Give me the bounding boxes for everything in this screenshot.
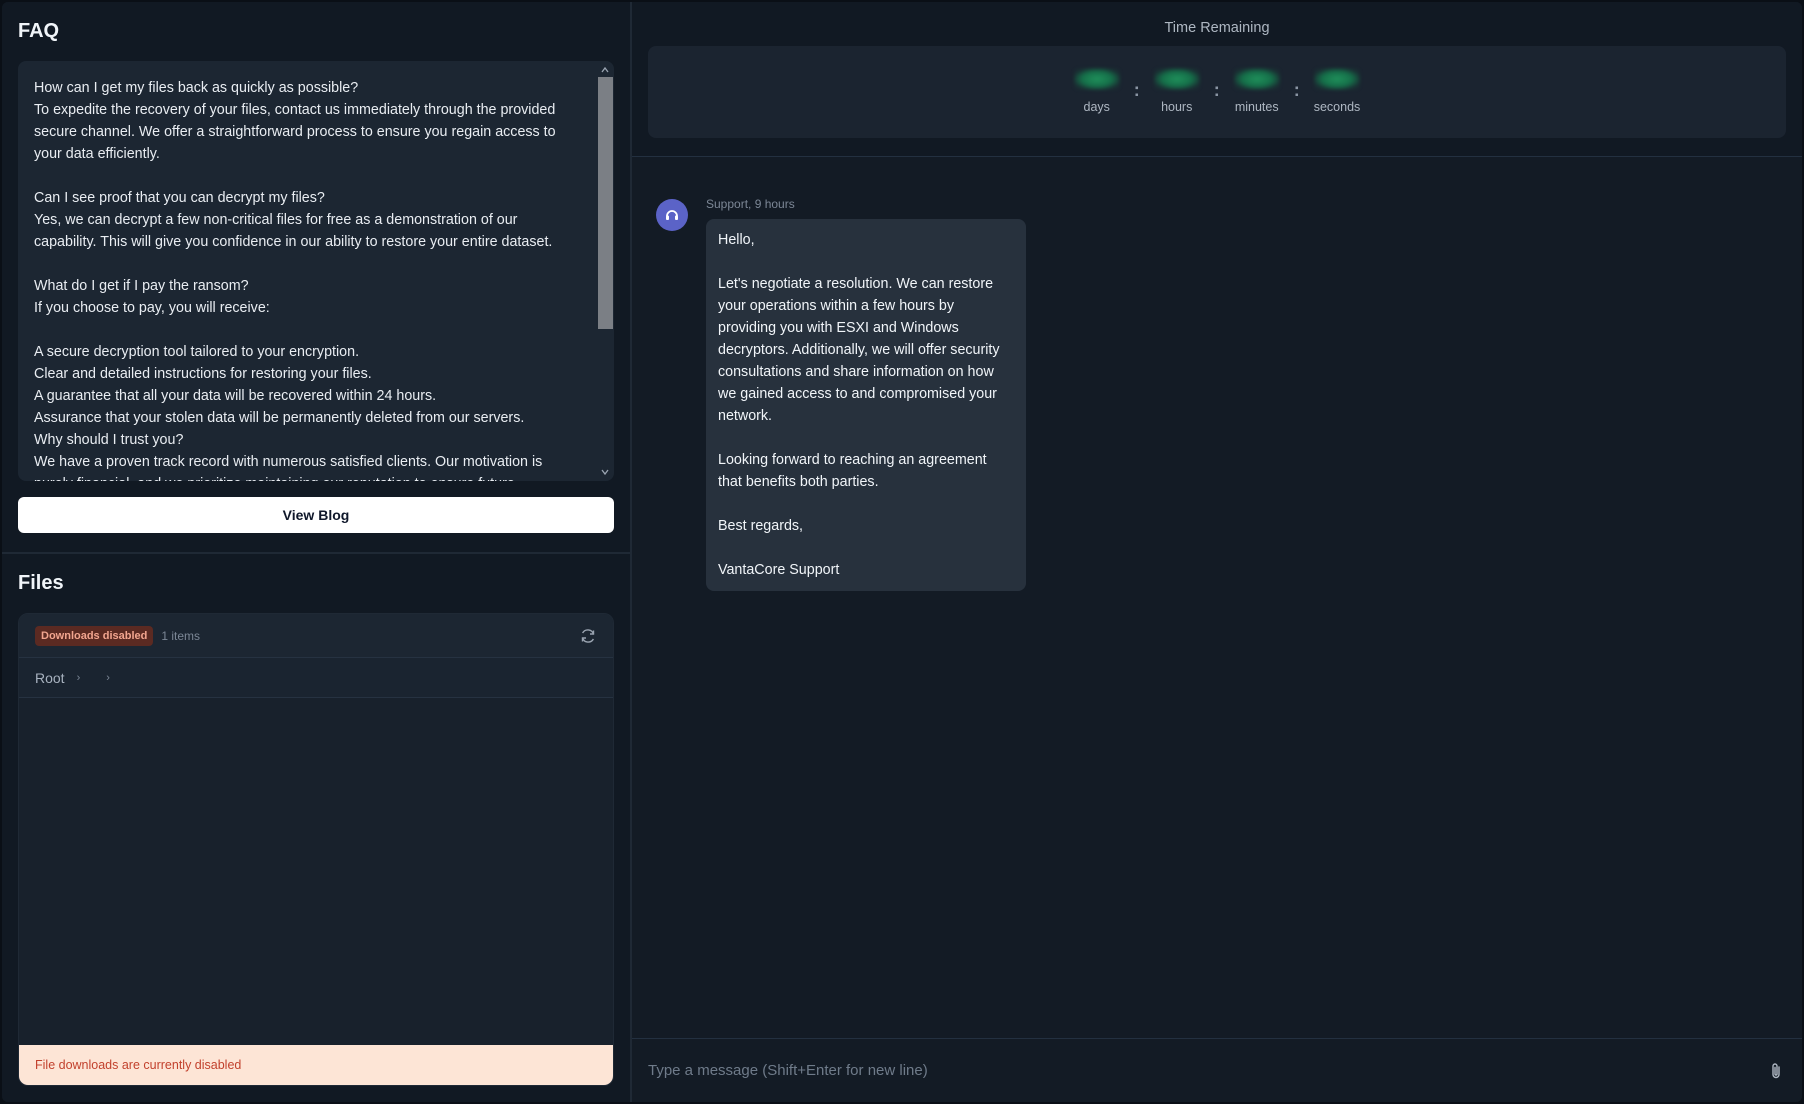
items-count: 1 items — [161, 628, 201, 643]
timer-minutes: minutes — [1233, 68, 1280, 114]
timer-separator: : — [1133, 80, 1140, 100]
breadcrumb-separator: › — [76, 671, 81, 684]
timer-label: seconds — [1313, 100, 1361, 114]
scroll-down-icon[interactable] — [600, 467, 610, 477]
timer-label: days — [1083, 100, 1110, 114]
faq-text: How can I get my files back as quickly a… — [34, 80, 556, 481]
view-blog-button[interactable]: View Blog — [18, 497, 614, 533]
files-section: Files Downloads disabled 1 items Root › … — [2, 554, 630, 1102]
scrollbar-thumb[interactable] — [598, 77, 613, 329]
timer-separator: : — [1293, 80, 1300, 100]
refresh-icon[interactable] — [579, 627, 597, 645]
timer-hours: hours — [1153, 68, 1200, 114]
files-toolbar: Downloads disabled 1 items — [19, 614, 613, 658]
faq-scrollbar[interactable] — [596, 61, 614, 481]
downloads-disabled-notice: File downloads are currently disabled — [19, 1045, 613, 1085]
support-avatar-icon — [656, 199, 688, 231]
timer-header: Time Remaining days : hours : minutes : — [632, 2, 1802, 157]
countdown-timer: days : hours : minutes : seconds — [648, 46, 1786, 138]
faq-box[interactable]: How can I get my files back as quickly a… — [18, 61, 614, 481]
message-body: Support, 9 hours Hello, Let's negotiate … — [706, 197, 1026, 591]
files-panel: Downloads disabled 1 items Root › › File… — [18, 613, 614, 1086]
breadcrumb-root[interactable]: Root — [35, 670, 65, 686]
files-list — [19, 698, 613, 1045]
timer-label: hours — [1161, 100, 1193, 114]
chat-messages: Support, 9 hours Hello, Let's negotiate … — [632, 157, 1802, 1038]
timer-label: minutes — [1234, 100, 1279, 114]
scroll-up-icon[interactable] — [600, 65, 610, 75]
message-input[interactable] — [648, 1062, 1766, 1079]
breadcrumb-separator: › — [106, 671, 110, 684]
timer-value-blurred — [1073, 68, 1120, 90]
message-meta: Support, 9 hours — [706, 197, 795, 211]
paperclip-icon[interactable] — [1766, 1061, 1786, 1081]
timer-value-blurred — [1153, 68, 1200, 90]
timer-title: Time Remaining — [1164, 20, 1270, 36]
timer-value-blurred — [1314, 68, 1360, 90]
message-bubble: Hello, Let's negotiate a resolution. We … — [706, 219, 1026, 591]
faq-title: FAQ — [18, 20, 60, 42]
breadcrumb: Root › › — [19, 658, 613, 698]
left-panel: FAQ How can I get my files back as quick… — [2, 2, 632, 1102]
message-composer — [632, 1038, 1802, 1102]
timer-days: days — [1073, 68, 1120, 114]
timer-value-blurred — [1233, 68, 1280, 90]
chat-panel: Time Remaining days : hours : minutes : — [632, 2, 1802, 1102]
status-badge: Downloads disabled — [35, 625, 154, 646]
timer-seconds: seconds — [1313, 68, 1361, 114]
timer-separator: : — [1213, 80, 1220, 100]
app-window: FAQ How can I get my files back as quick… — [2, 2, 1802, 1102]
faq-section: FAQ How can I get my files back as quick… — [2, 2, 630, 554]
chat-message: Support, 9 hours Hello, Let's negotiate … — [656, 197, 1778, 591]
files-title: Files — [18, 572, 64, 594]
